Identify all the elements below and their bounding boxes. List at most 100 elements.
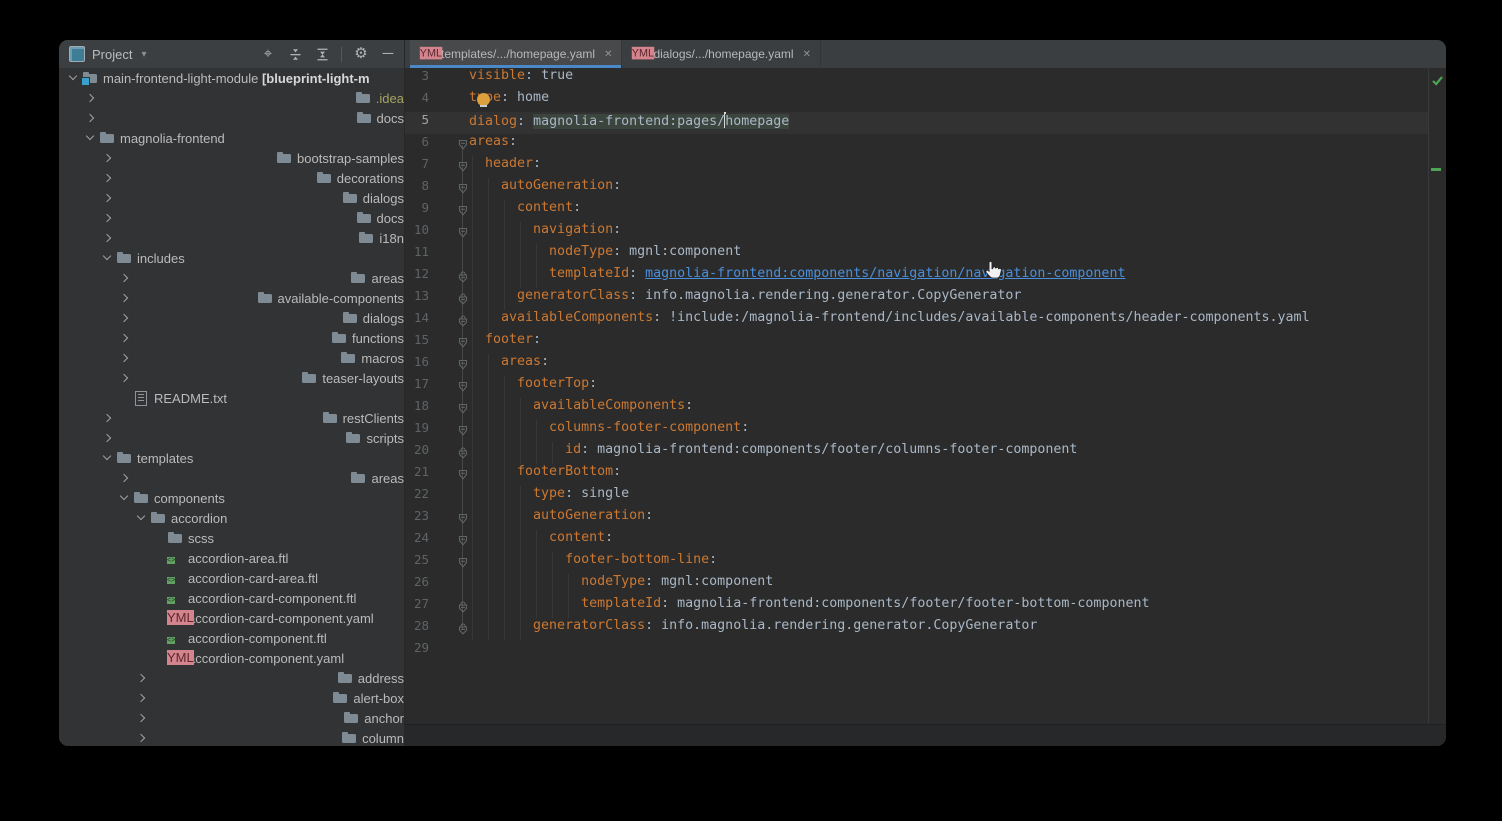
chevron-right-icon[interactable]	[82, 90, 355, 107]
code-line[interactable]: footerTop:	[405, 376, 1429, 398]
chevron-right-icon[interactable]	[133, 710, 343, 727]
code-line[interactable]: areas:	[405, 134, 1429, 156]
editor-tab[interactable]: templates/.../homepage.yaml✕	[410, 40, 622, 68]
code-line[interactable]: templateId: magnolia-frontend:components…	[405, 596, 1429, 618]
chevron-right-icon[interactable]	[116, 310, 342, 327]
code-line[interactable]: footer-bottom-line:	[405, 552, 1429, 574]
lock-gutter-icon[interactable]	[456, 442, 470, 464]
code-line[interactable]: header:	[405, 156, 1429, 178]
shield-gutter-icon[interactable]	[456, 398, 470, 420]
select-opened-file-icon[interactable]: ⌖	[260, 46, 276, 62]
chevron-down-icon[interactable]	[116, 490, 133, 507]
lock-gutter-icon[interactable]	[456, 618, 470, 640]
shield-gutter-icon[interactable]	[456, 376, 470, 398]
code-line[interactable]: autoGeneration:	[405, 508, 1429, 530]
chevron-down-icon[interactable]	[99, 250, 116, 267]
collapse-all-icon[interactable]	[287, 46, 303, 62]
code-line[interactable]: areas:	[405, 354, 1429, 376]
tree-item[interactable]: accordion-card-component.yaml	[59, 608, 404, 628]
code-line[interactable]: templateId: magnolia-frontend:components…	[405, 266, 1429, 288]
chevron-right-icon[interactable]	[99, 230, 358, 247]
chevron-right-icon[interactable]	[99, 210, 356, 227]
chevron-right-icon[interactable]	[82, 110, 356, 127]
tree-item[interactable]: accordion-card-component.ftl	[59, 588, 404, 608]
tree-item[interactable]: anchor	[59, 708, 404, 728]
code-line[interactable]: generatorClass: info.magnolia.rendering.…	[405, 618, 1429, 640]
chevron-right-icon[interactable]	[133, 670, 337, 687]
tree-item[interactable]: includes	[59, 248, 404, 268]
change-marker[interactable]	[1431, 168, 1441, 171]
shield-gutter-icon[interactable]	[456, 200, 470, 222]
shield-gutter-icon[interactable]	[456, 354, 470, 376]
code-line[interactable]: dialog: magnolia-frontend:pages/homepage	[405, 112, 1429, 134]
editor[interactable]: 3456789101112131415161718192021222324252…	[405, 68, 1446, 724]
lock-gutter-icon[interactable]	[456, 288, 470, 310]
tree-item[interactable]: teaser-layouts	[59, 368, 404, 388]
tree-item[interactable]: areas	[59, 468, 404, 488]
project-selector[interactable]: Project ▾	[69, 46, 147, 62]
tree-item[interactable]: scss	[59, 528, 404, 548]
code-line[interactable]: columns-footer-component:	[405, 420, 1429, 442]
tree-item[interactable]: bootstrap-samples	[59, 148, 404, 168]
code-line[interactable]: type: home	[405, 90, 1429, 112]
tree-item[interactable]: docs	[59, 208, 404, 228]
chevron-right-icon[interactable]	[116, 350, 340, 367]
tree-item[interactable]: dialogs	[59, 188, 404, 208]
chevron-right-icon[interactable]	[116, 290, 257, 307]
tree-item[interactable]: accordion-area.ftl	[59, 548, 404, 568]
code-area[interactable]: visible: truetype: homedialog: magnolia-…	[405, 68, 1429, 662]
shield-gutter-icon[interactable]	[456, 178, 470, 200]
tree-item[interactable]: column	[59, 728, 404, 746]
tree-item[interactable]: i18n	[59, 228, 404, 248]
tree-item[interactable]: accordion	[59, 508, 404, 528]
tree-item[interactable]: areas	[59, 268, 404, 288]
code-line[interactable]: footerBottom:	[405, 464, 1429, 486]
shield-gutter-icon[interactable]	[456, 134, 470, 156]
tree-item[interactable]: components	[59, 488, 404, 508]
shield-gutter-icon[interactable]	[456, 464, 470, 486]
shield-gutter-icon[interactable]	[456, 332, 470, 354]
editor-tab[interactable]: dialogs/.../homepage.yaml✕	[622, 40, 820, 68]
tree-item[interactable]: available-components	[59, 288, 404, 308]
tree-item[interactable]: restClients	[59, 408, 404, 428]
shield-gutter-icon[interactable]	[456, 222, 470, 244]
error-stripe[interactable]	[1428, 68, 1446, 724]
chevron-right-icon[interactable]	[133, 690, 332, 707]
lock-gutter-icon[interactable]	[456, 310, 470, 332]
shield-gutter-icon[interactable]	[456, 508, 470, 530]
code-line[interactable]	[405, 640, 1429, 662]
code-line[interactable]: type: single	[405, 486, 1429, 508]
tree-item[interactable]: accordion-card-area.ftl	[59, 568, 404, 588]
code-line[interactable]: id: magnolia-frontend:components/footer/…	[405, 442, 1429, 464]
chevron-right-icon[interactable]	[116, 370, 301, 387]
lock-gutter-icon[interactable]	[456, 266, 470, 288]
code-line[interactable]: availableComponents: !include:/magnolia-…	[405, 310, 1429, 332]
tree-item[interactable]: functions	[59, 328, 404, 348]
lock-gutter-icon[interactable]	[456, 596, 470, 618]
chevron-right-icon[interactable]	[133, 730, 341, 747]
code-line[interactable]: visible: true	[405, 68, 1429, 90]
code-line[interactable]: availableComponents:	[405, 398, 1429, 420]
chevron-right-icon[interactable]	[116, 330, 331, 347]
chevron-down-icon[interactable]	[99, 450, 116, 467]
tree-item[interactable]: dialogs	[59, 308, 404, 328]
tree-item[interactable]: decorations	[59, 168, 404, 188]
chevron-right-icon[interactable]	[99, 190, 342, 207]
tree-item[interactable]: magnolia-frontend	[59, 128, 404, 148]
code-line[interactable]: generatorClass: info.magnolia.rendering.…	[405, 288, 1429, 310]
tree-item[interactable]: alert-box	[59, 688, 404, 708]
close-tab-icon[interactable]: ✕	[604, 49, 612, 60]
shield-gutter-icon[interactable]	[456, 156, 470, 178]
code-line[interactable]: nodeType: mgnl:component	[405, 244, 1429, 266]
chevron-right-icon[interactable]	[99, 410, 322, 427]
close-tab-icon[interactable]: ✕	[803, 49, 811, 60]
tree-item[interactable]: macros	[59, 348, 404, 368]
templateid-link[interactable]: magnolia-frontend:components/navigation/…	[645, 266, 1125, 281]
chevron-right-icon[interactable]	[116, 470, 350, 487]
inspections-ok-icon[interactable]	[1431, 74, 1444, 92]
expand-all-icon[interactable]	[314, 46, 330, 62]
tree-item[interactable]: main-frontend-light-module [blueprint-li…	[59, 68, 404, 88]
shield-gutter-icon[interactable]	[456, 530, 470, 552]
code-line[interactable]: footer:	[405, 332, 1429, 354]
tree-item[interactable]: scripts	[59, 428, 404, 448]
